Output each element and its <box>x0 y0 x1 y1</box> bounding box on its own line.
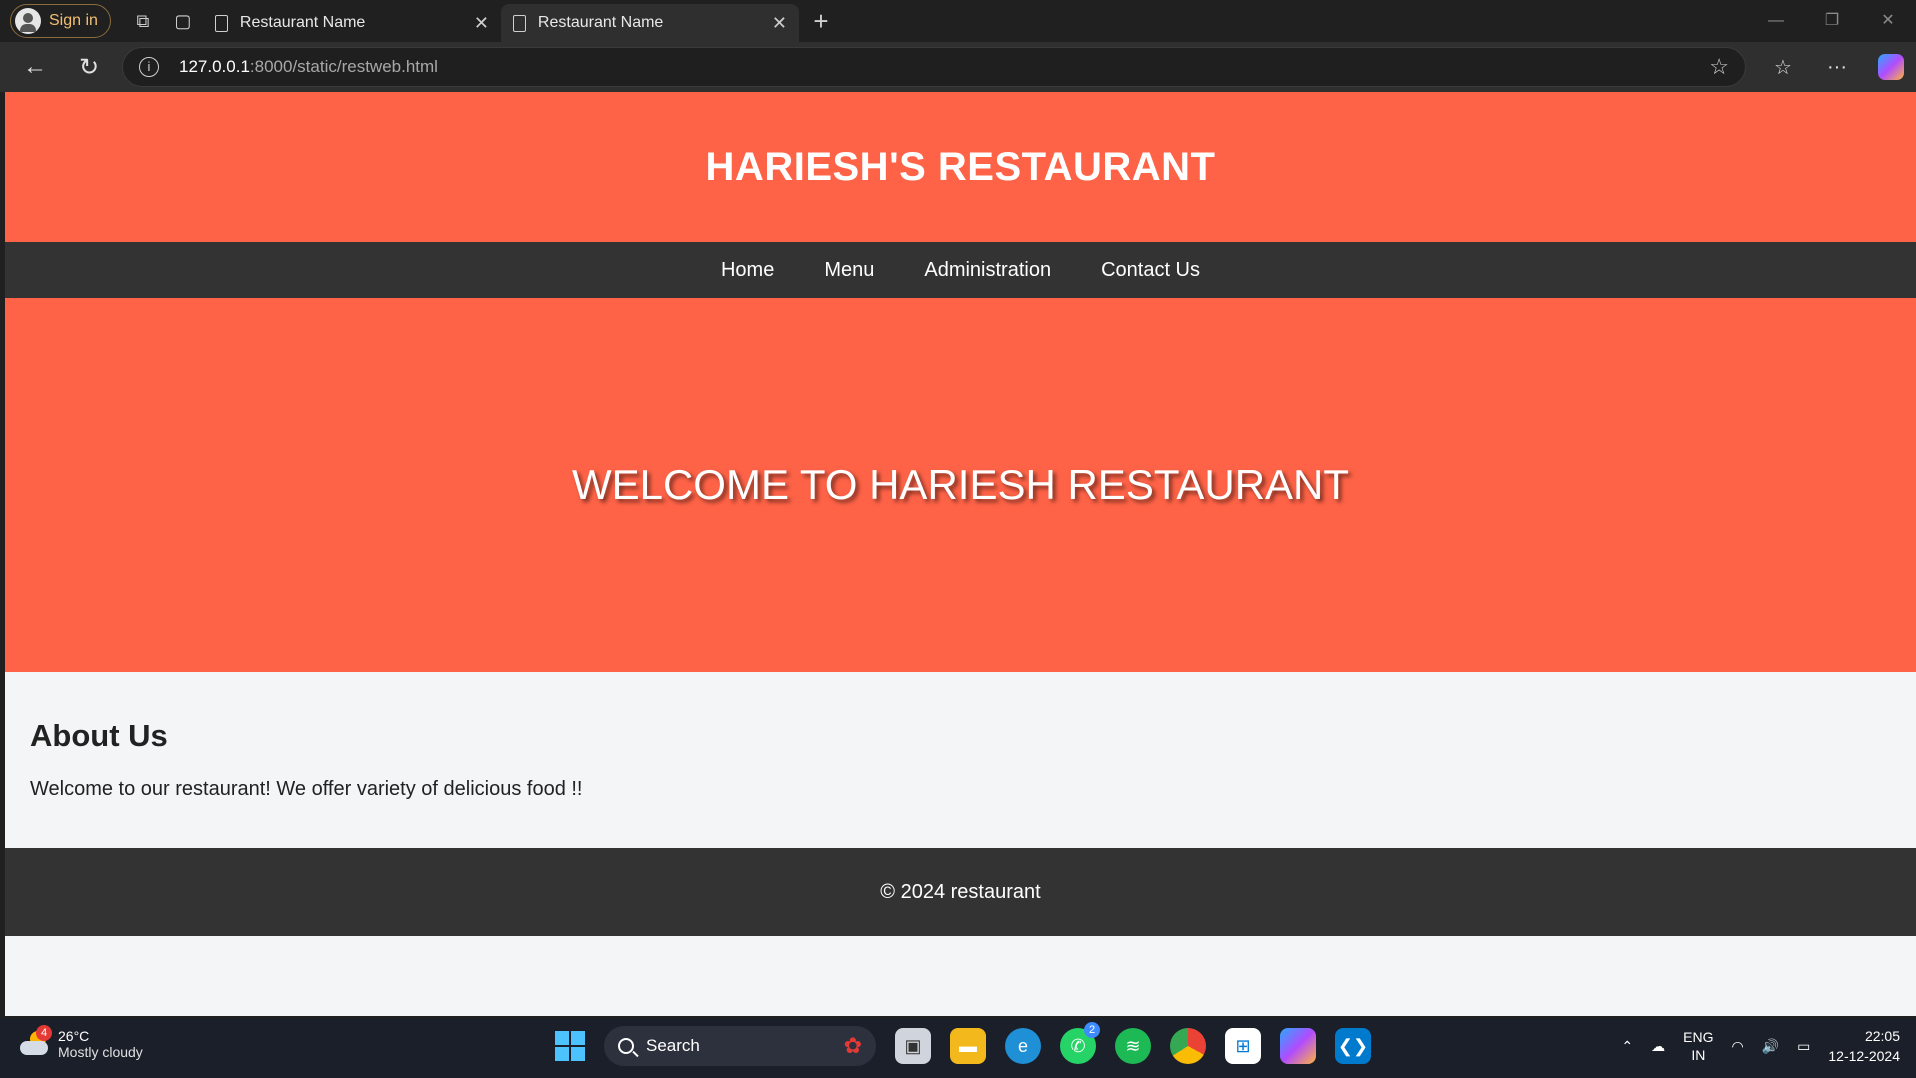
tab-title: Restaurant Name <box>239 14 366 31</box>
about-heading: About Us <box>30 718 168 753</box>
address-bar-row: ← ↻ i 127.0.0.1:8000/static/restweb.html… <box>0 42 1916 92</box>
about-text: Welcome to our restaurant! We offer vari… <box>30 778 583 800</box>
about-section: About Us Welcome to our restaurant! We o… <box>5 672 1916 848</box>
language-code: ENG <box>1683 1029 1714 1045</box>
back-arrow-icon[interactable]: ← <box>8 53 62 81</box>
microsoft-store-icon[interactable]: ⊞ <box>1225 1028 1261 1064</box>
site-header: HARIESH'S RESTAURANT <box>5 92 1916 242</box>
nav-menu[interactable]: Menu <box>824 259 874 282</box>
show-hidden-icons-chevron-icon[interactable]: ⌃ <box>1621 1038 1633 1055</box>
site-nav: Home Menu Administration Contact Us <box>5 242 1916 298</box>
page-icon <box>214 14 228 32</box>
whatsapp-badge: 2 <box>1084 1022 1100 1038</box>
weather-icon: 4 <box>20 1025 52 1057</box>
page-icon <box>512 14 526 32</box>
restore-icon[interactable]: ❐ <box>1804 0 1860 42</box>
search-highlight-icon: ✿ <box>843 1033 862 1058</box>
url-path: :8000/static/restweb.html <box>249 57 438 76</box>
system-tray: ⌃ ☁ ENG IN ◠ 🔊 ▭ 22:05 12-12-2024 <box>1621 1026 1900 1066</box>
close-window-icon[interactable]: ✕ <box>1860 0 1916 42</box>
clock[interactable]: 22:05 12-12-2024 <box>1828 1026 1900 1066</box>
nav-contact-us[interactable]: Contact Us <box>1101 259 1200 282</box>
volume-icon[interactable]: 🔊 <box>1762 1038 1779 1055</box>
chrome-icon[interactable] <box>1170 1028 1206 1064</box>
copilot-icon[interactable] <box>1878 54 1904 80</box>
favorite-star-icon[interactable]: ☆ <box>1709 54 1729 80</box>
search-icon <box>618 1038 634 1054</box>
vertical-tabs-icon[interactable]: ▢ <box>163 4 203 38</box>
spotify-icon[interactable]: ≋ <box>1115 1028 1151 1064</box>
date: 12-12-2024 <box>1828 1048 1900 1064</box>
copilot-app-icon[interactable] <box>1280 1028 1316 1064</box>
language-indicator[interactable]: ENG IN <box>1683 1028 1713 1064</box>
time: 22:05 <box>1864 1028 1900 1044</box>
onedrive-icon[interactable]: ☁ <box>1651 1038 1665 1055</box>
address-field[interactable]: i 127.0.0.1:8000/static/restweb.html ☆ <box>122 47 1746 87</box>
region-code: IN <box>1691 1047 1706 1063</box>
wifi-icon[interactable]: ◠ <box>1731 1038 1743 1055</box>
browser-tab-bar: Sign in ⧉ ▢ Restaurant Name ✕ Restaurant… <box>0 0 1916 42</box>
search-label: Search <box>646 1036 700 1055</box>
taskbar-search[interactable]: Search ✿ <box>604 1026 876 1066</box>
whatsapp-icon[interactable]: ✆ 2 <box>1060 1022 1100 1064</box>
more-menu-icon[interactable]: ··· <box>1810 56 1864 79</box>
close-tab-icon[interactable]: ✕ <box>474 13 489 34</box>
temperature: 26°C <box>58 1028 90 1044</box>
site-info-icon[interactable]: i <box>139 57 159 77</box>
task-view-icon[interactable]: ▣ <box>895 1028 931 1064</box>
signin-label: Sign in <box>49 12 98 29</box>
vscode-icon[interactable]: ❮❯ <box>1335 1028 1371 1064</box>
weather-widget[interactable]: 4 26°C Mostly cloudy <box>20 1025 143 1060</box>
site-footer: © 2024 restaurant <box>5 848 1916 936</box>
weather-badge: 4 <box>36 1025 52 1041</box>
edge-browser-icon[interactable]: e <box>1005 1028 1041 1064</box>
signin-button[interactable]: Sign in <box>10 4 111 38</box>
new-tab-button[interactable]: + <box>799 6 843 37</box>
minimize-icon[interactable]: — <box>1748 0 1804 42</box>
site-title: HARIESH'S RESTAURANT <box>705 144 1216 189</box>
close-tab-icon[interactable]: ✕ <box>772 13 787 34</box>
taskbar: 4 26°C Mostly cloudy Search ✿ ▣ ▬ e ✆ 2 … <box>0 1018 1916 1078</box>
tab-title: Restaurant Name <box>537 14 664 31</box>
hero-banner: WELCOME TO HARIESH RESTAURANT <box>5 298 1916 672</box>
refresh-icon[interactable]: ↻ <box>62 53 116 82</box>
footer-copyright: © 2024 restaurant <box>880 880 1041 903</box>
nav-home[interactable]: Home <box>721 259 774 282</box>
page-viewport: HARIESH'S RESTAURANT Home Menu Administr… <box>5 92 1916 1016</box>
battery-icon[interactable]: ▭ <box>1797 1038 1810 1055</box>
hero-heading: WELCOME TO HARIESH RESTAURANT <box>571 461 1350 508</box>
tab-restaurant-1[interactable]: Restaurant Name ✕ <box>203 4 501 42</box>
start-button-icon[interactable] <box>555 1031 585 1061</box>
weather-condition: Mostly cloudy <box>58 1044 143 1060</box>
favorites-icon[interactable]: ☆ <box>1756 55 1810 80</box>
window-controls: — ❐ ✕ <box>1748 0 1916 42</box>
file-explorer-icon[interactable]: ▬ <box>950 1028 986 1064</box>
nav-administration[interactable]: Administration <box>924 259 1051 282</box>
profile-avatar-icon <box>15 8 41 34</box>
workspaces-icon[interactable]: ⧉ <box>123 4 163 38</box>
tab-restaurant-2[interactable]: Restaurant Name ✕ <box>500 4 799 42</box>
url-host: 127.0.0.1 <box>179 57 250 76</box>
